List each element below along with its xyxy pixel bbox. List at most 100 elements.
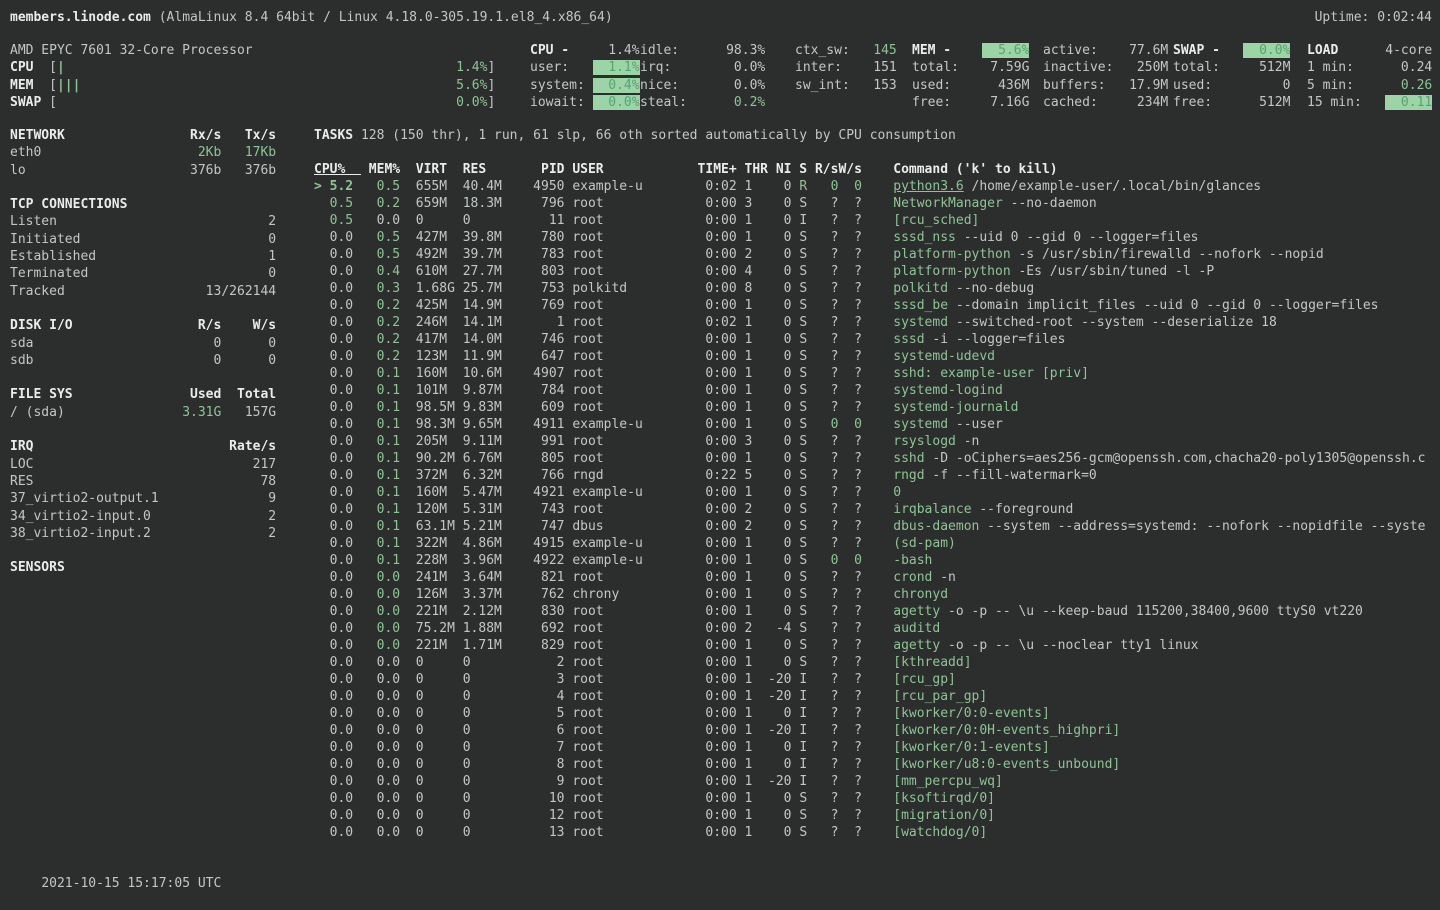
gap	[353, 655, 369, 670]
gap	[862, 332, 893, 347]
cell-time: 0:00	[651, 366, 737, 381]
row-cursor	[314, 689, 322, 704]
cell-state: I	[799, 757, 807, 772]
timestamp: 2021-10-15 15:17:05 UTC	[41, 876, 221, 891]
cell-write-rate: ?	[838, 196, 861, 211]
cell-ni: 0	[768, 196, 791, 211]
stat-value: 0.24	[1370, 60, 1433, 75]
cell-pid: 3	[518, 672, 565, 687]
gap	[862, 502, 893, 517]
cell-user: root	[565, 774, 651, 789]
cell-write-rate: ?	[838, 655, 861, 670]
section-title: SENSORS	[10, 560, 167, 575]
gap	[400, 383, 416, 398]
cell-mem: 0.0	[369, 757, 400, 772]
row-cursor	[314, 434, 322, 449]
row-cursor	[314, 230, 322, 245]
gap	[353, 536, 369, 551]
cell-state: R	[799, 179, 807, 194]
gap	[400, 740, 416, 755]
cell-read-rate: ?	[807, 247, 838, 262]
gap	[862, 621, 893, 636]
cell-state: S	[799, 383, 807, 398]
process-row: 0.0 0.5 427M 39.8M 780 root 0:00 1 0 S ?…	[314, 229, 1440, 246]
cell-cpu: 0.0	[322, 689, 353, 704]
cell-command-args: --no-daemon	[1003, 196, 1097, 211]
stat-cpu-percent: system: 0.4%	[530, 77, 640, 94]
cell-time: 0:00	[651, 485, 737, 500]
row-file-sys--sda-: / (sda) 3.31G 157G	[10, 404, 310, 421]
header-res: RES	[463, 162, 518, 177]
cell-ni: 0	[768, 604, 791, 619]
cell-mem: 0.0	[369, 774, 400, 789]
process-row: 0.0 0.1 120M 5.31M 743 root 0:00 2 0 S ?…	[314, 501, 1440, 518]
header-pid: PID	[518, 162, 565, 177]
cell-user: root	[565, 315, 651, 330]
cell-user: polkitd	[565, 281, 651, 296]
cell-command-args: --switched-root --system --deserialize 1…	[948, 315, 1277, 330]
cell-ni: 0	[768, 383, 791, 398]
stat-value: 250M	[1121, 60, 1168, 75]
cell-thr: 1	[737, 570, 768, 585]
stat-cpu-counters: inter: 151	[795, 59, 897, 76]
stat-value: 77.6M	[1121, 43, 1168, 58]
gap	[862, 434, 893, 449]
cell-command-name: [migration/0]	[893, 808, 995, 823]
cell-thr: 1	[737, 791, 768, 806]
gap	[400, 825, 416, 840]
cell-user: root	[565, 434, 651, 449]
cell-cpu: 0.0	[322, 655, 353, 670]
stat-label: LOAD	[1307, 43, 1370, 58]
cell-command-name: [kworker/0:1-events]	[893, 740, 1050, 755]
row-network-lo: lo 376b 376b	[10, 162, 310, 179]
cell-read-rate: ?	[807, 400, 838, 415]
cell-mem: 0.1	[369, 383, 400, 398]
cell-write-rate: ?	[838, 536, 861, 551]
gap	[862, 179, 893, 194]
cell-write-rate: ?	[838, 570, 861, 585]
cell-time: 0:00	[651, 349, 737, 364]
row-value: 3.31G	[167, 405, 222, 420]
row-value: 2	[167, 214, 277, 229]
cell-user: root	[565, 808, 651, 823]
stat-label: system:	[530, 78, 593, 93]
stat-cpu-percent: CPU - 1.4%	[530, 42, 640, 59]
cell-command-name: [rcu_sched]	[893, 213, 979, 228]
stat-load: LOAD 4-core	[1307, 42, 1432, 59]
row-label: sdb	[10, 353, 167, 368]
cell-state: I	[799, 706, 807, 721]
cell-res: 1.88M	[463, 621, 518, 636]
stat-value: 17.9M	[1121, 78, 1168, 93]
row-label: 37_virtio2-output.1	[10, 491, 167, 506]
cell-mem: 0.5	[369, 247, 400, 262]
cell-thr: 4	[737, 264, 768, 279]
cell-user: example-u	[565, 485, 651, 500]
row-label: LOC	[10, 457, 167, 472]
cell-ni: 0	[768, 247, 791, 262]
stat-value: 512M	[1236, 60, 1291, 75]
gap	[353, 502, 369, 517]
gap	[400, 604, 416, 619]
process-row: 0.0 0.0 0 0 3 root 0:00 1 -20 I ? ? [rcu…	[314, 671, 1440, 688]
row-value: 0	[221, 336, 276, 351]
gauge-fill	[80, 78, 448, 93]
cell-virt: 0	[416, 655, 463, 670]
cell-cpu: 0.5	[322, 213, 353, 228]
cell-user: example-u	[565, 417, 651, 432]
cell-write-rate: 0	[838, 417, 861, 432]
stat-swap: SWAP - 0.0%	[1173, 42, 1290, 59]
cell-thr: 1	[737, 757, 768, 772]
glances-terminal[interactable]: members.linode.com (AlmaLinux 8.4 64bit …	[0, 0, 1440, 883]
cell-pid: 805	[518, 451, 565, 466]
cell-thr: 1	[737, 349, 768, 364]
gap	[353, 689, 369, 704]
cell-ni: 0	[768, 349, 791, 364]
process-row: 0.0 0.2 246M 14.1M 1 root 0:02 1 0 S ? ?…	[314, 314, 1440, 331]
cell-write-rate: ?	[838, 349, 861, 364]
cell-command-name: rsyslogd	[893, 434, 956, 449]
cell-mem: 0.0	[369, 723, 400, 738]
gap	[862, 451, 893, 466]
cell-thr: 1	[737, 825, 768, 840]
col-header: Used	[167, 387, 222, 402]
cell-res: 0	[463, 825, 518, 840]
